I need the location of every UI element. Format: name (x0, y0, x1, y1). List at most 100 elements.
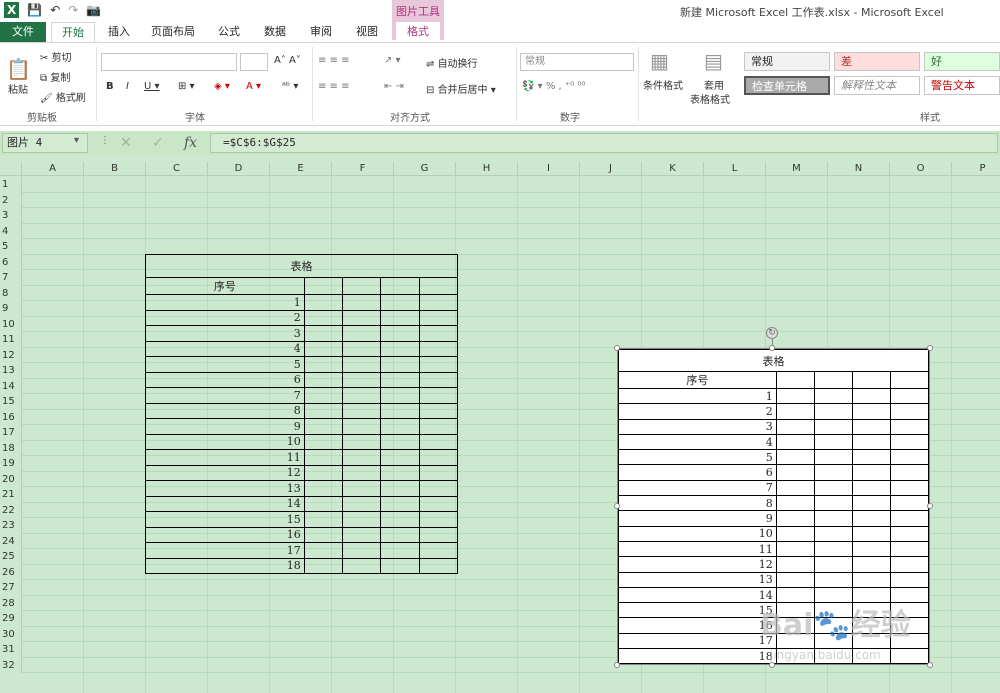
table-format-label-2[interactable]: 表格格式 (690, 91, 730, 106)
resize-handle[interactable] (927, 503, 933, 509)
sheet-table[interactable]: 表格 序号 1 2 3 4 5 6 7 8 9 10 11 12 13 14 15 16 17 18 (145, 254, 459, 574)
bold-button[interactable]: B (106, 81, 114, 92)
row-header[interactable]: 32 (0, 657, 22, 673)
row-header[interactable]: 30 (0, 626, 22, 642)
table-format-icon[interactable]: ▤ (704, 49, 723, 73)
resize-handle[interactable] (614, 662, 620, 668)
row-header[interactable]: 1 (0, 177, 22, 193)
currency-icon[interactable]: 💱 ▾ % , ⁺⁰ ⁰⁰ (522, 81, 585, 92)
style-explanatory[interactable]: 解释性文本 (834, 76, 920, 95)
row-header[interactable]: 26 (0, 564, 22, 580)
resize-handle[interactable] (769, 662, 775, 668)
font-size-dropdown[interactable] (240, 53, 268, 71)
enter-icon[interactable]: ✓ (152, 135, 164, 151)
style-good[interactable]: 好 (924, 52, 1000, 71)
row-header[interactable]: 20 (0, 471, 22, 487)
tab-formulas[interactable]: 公式 (212, 22, 246, 42)
orientation-icon[interactable]: ↗ ▾ (384, 55, 401, 66)
resize-handle[interactable] (614, 345, 620, 351)
grow-font-icon[interactable]: A˄ A˅ (274, 55, 301, 66)
paste-button[interactable]: 粘贴 (8, 81, 28, 96)
row-header[interactable]: 22 (0, 502, 22, 518)
column-header[interactable]: J (580, 162, 642, 176)
column-header[interactable]: D (208, 162, 270, 176)
font-color-icon[interactable]: A ▾ (246, 81, 261, 92)
column-header[interactable]: C (146, 162, 208, 176)
column-header[interactable]: L (704, 162, 766, 176)
copy-button[interactable]: ⧉ 复制 (40, 69, 70, 84)
number-format-dropdown[interactable]: 常规 (520, 53, 634, 71)
style-warning[interactable]: 警告文本 (924, 76, 1000, 95)
row-header[interactable]: 4 (0, 223, 22, 239)
row-header[interactable]: 16 (0, 409, 22, 425)
chevron-down-icon[interactable]: ▾ (74, 135, 79, 146)
align-left-icon[interactable]: ≡ ≡ ≡ (318, 81, 350, 92)
column-header[interactable]: N (828, 162, 890, 176)
row-header[interactable]: 18 (0, 440, 22, 456)
row-header[interactable]: 28 (0, 595, 22, 611)
column-header[interactable]: G (394, 162, 456, 176)
row-header[interactable]: 17 (0, 425, 22, 441)
style-check-cell[interactable]: 检查单元格 (744, 76, 830, 95)
merge-center-button[interactable]: ⊟ 合并后居中 ▾ (426, 81, 496, 96)
column-header[interactable]: F (332, 162, 394, 176)
conditional-format-icon[interactable]: ▦ (650, 49, 669, 73)
tab-view[interactable]: 视图 (350, 22, 384, 42)
cancel-icon[interactable]: ✕ (120, 135, 132, 151)
align-top-icon[interactable]: ≡ ≡ ≡ (318, 55, 350, 66)
row-header[interactable]: 24 (0, 533, 22, 549)
row-header[interactable]: 12 (0, 347, 22, 363)
border-icon[interactable]: ⊞ ▾ (178, 81, 195, 92)
column-header[interactable]: I (518, 162, 580, 176)
row-header[interactable]: 10 (0, 316, 22, 332)
row-header[interactable]: 25 (0, 549, 22, 565)
tab-review[interactable]: 审阅 (304, 22, 338, 42)
paste-icon[interactable]: 📋 (6, 57, 31, 81)
underline-button[interactable]: U ▾ (144, 81, 160, 92)
column-header[interactable]: K (642, 162, 704, 176)
column-header[interactable]: H (456, 162, 518, 176)
row-header[interactable]: 2 (0, 192, 22, 208)
rotate-handle-icon[interactable]: ↻ (766, 327, 778, 339)
column-header[interactable]: O (890, 162, 952, 176)
row-header[interactable]: 11 (0, 332, 22, 348)
row-header[interactable]: 8 (0, 285, 22, 301)
column-header[interactable]: P (952, 162, 1000, 176)
column-header[interactable]: B (84, 162, 146, 176)
row-header[interactable]: 14 (0, 378, 22, 394)
table-format-label-1[interactable]: 套用 (704, 77, 724, 92)
row-header[interactable]: 5 (0, 239, 22, 255)
tab-page-layout[interactable]: 页面布局 (148, 22, 198, 42)
row-header[interactable]: 9 (0, 301, 22, 317)
indent-icon[interactable]: ⇤ ⇥ (384, 81, 404, 92)
tab-file[interactable]: 文件 (0, 22, 46, 42)
resize-handle[interactable] (927, 345, 933, 351)
tab-home[interactable]: 开始 (51, 22, 95, 42)
style-normal[interactable]: 常规 (744, 52, 830, 71)
resize-handle[interactable] (769, 345, 775, 351)
tab-format[interactable]: 格式 (396, 22, 440, 42)
style-bad[interactable]: 差 (834, 52, 920, 71)
row-header[interactable]: 21 (0, 487, 22, 503)
row-header[interactable]: 3 (0, 208, 22, 224)
tab-insert[interactable]: 插入 (104, 22, 134, 42)
save-icon[interactable]: 💾 (27, 2, 42, 18)
select-all-corner[interactable] (0, 162, 22, 176)
tab-data[interactable]: 数据 (258, 22, 292, 42)
format-painter-button[interactable]: 🖌 格式刷 (40, 89, 86, 104)
row-header[interactable]: 13 (0, 363, 22, 379)
row-header[interactable]: 15 (0, 394, 22, 410)
wrap-text-button[interactable]: ⇌ 自动换行 (426, 55, 478, 70)
row-header[interactable]: 7 (0, 270, 22, 286)
camera-icon[interactable]: 📷 (86, 2, 101, 18)
row-header[interactable]: 23 (0, 518, 22, 534)
undo-icon[interactable]: ↶ (50, 2, 60, 18)
row-header[interactable]: 31 (0, 642, 22, 658)
fill-color-icon[interactable]: ◈ ▾ (214, 81, 230, 92)
row-header[interactable]: 27 (0, 580, 22, 596)
cut-button[interactable]: ✂ 剪切 (40, 49, 72, 64)
conditional-format-button[interactable]: 条件格式 (643, 77, 683, 92)
column-header[interactable]: A (22, 162, 84, 176)
insert-function-icon[interactable]: fx (184, 135, 197, 151)
resize-handle[interactable] (927, 662, 933, 668)
